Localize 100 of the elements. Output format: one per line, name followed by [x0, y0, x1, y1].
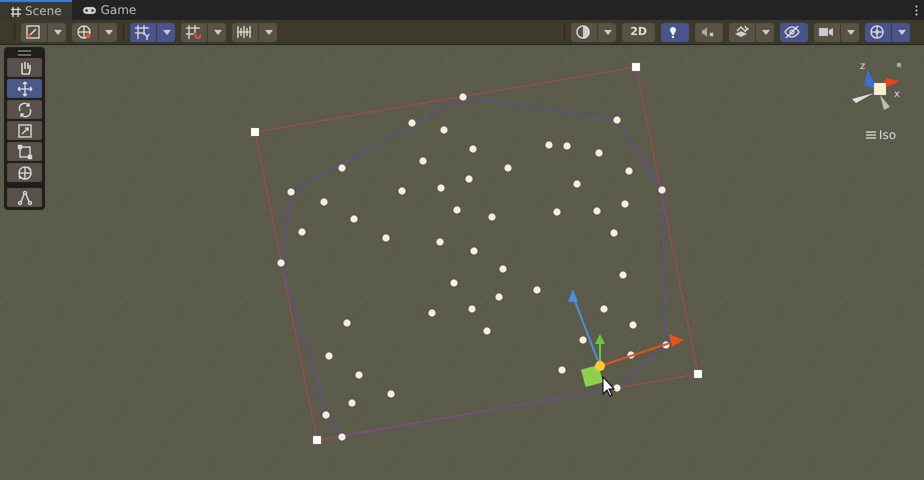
point-dot: [533, 286, 541, 294]
toolbar-button[interactable]: [130, 22, 175, 42]
axis-label: x: [894, 88, 900, 102]
grid-snap-icon: [134, 24, 150, 40]
toolbar-button[interactable]: [814, 22, 859, 42]
point-dot: [499, 265, 507, 273]
tool-button[interactable]: [7, 163, 42, 182]
hidden-eye-icon: [784, 24, 800, 40]
point-dot: [338, 164, 346, 172]
corner-handle[interactable]: [694, 370, 702, 378]
point-dot: [470, 247, 478, 255]
caret-icon: [265, 30, 273, 34]
point-dot: [382, 234, 390, 242]
point-dot: [613, 116, 621, 124]
toolbar-button[interactable]: [729, 22, 774, 42]
point-dot: [627, 351, 635, 359]
point-dot: [320, 198, 328, 206]
toolbar-button[interactable]: [865, 22, 910, 42]
grid-magnet-icon: [185, 24, 201, 40]
caret-icon: [214, 30, 222, 34]
point-dot: [468, 305, 476, 313]
point-dot: [504, 164, 512, 172]
axis-label: z: [860, 60, 866, 74]
toolbar-button[interactable]: [21, 22, 66, 42]
tool-button[interactable]: [7, 79, 42, 98]
move-gizmo-drawing[interactable]: [568, 289, 684, 397]
point-dot: [350, 215, 358, 223]
point-dot: [408, 119, 416, 127]
point-dot: [419, 157, 427, 165]
increment-snap-icon: [236, 24, 252, 40]
toolbar-button[interactable]: 2D: [622, 22, 655, 42]
point-dot: [573, 180, 581, 188]
point-dot: [488, 213, 496, 221]
point-dot: [619, 271, 627, 279]
point-dot: [387, 390, 395, 398]
custom-tool-icon: [16, 190, 32, 206]
toolbar-button[interactable]: [571, 22, 616, 42]
toolbar-button[interactable]: [72, 22, 117, 42]
grid-icon: [10, 6, 21, 16]
caret-icon: [898, 30, 906, 34]
point-dot: [610, 229, 618, 237]
sphere-shading-icon: [575, 24, 592, 40]
point-dot: [483, 327, 491, 335]
tab[interactable]: Game: [72, 0, 146, 20]
caret-icon: [762, 30, 770, 34]
point-dot: [658, 186, 666, 194]
corner-handle[interactable]: [251, 128, 259, 136]
point-dot: [298, 228, 306, 236]
point-dot: [629, 321, 637, 329]
point-dot: [440, 126, 448, 134]
scale-icon: [16, 122, 32, 138]
toolbar-button[interactable]: [181, 22, 226, 42]
globe-icon: [76, 24, 92, 40]
point-dot: [338, 433, 346, 441]
corner-handle[interactable]: [313, 436, 321, 444]
point-dot: [459, 93, 467, 101]
projection-toggle[interactable]: Iso: [860, 125, 902, 145]
toolbar-button[interactable]: [232, 22, 277, 42]
point-dot: [625, 167, 633, 175]
point-dot: [343, 319, 351, 327]
move-arrows-icon: [16, 80, 32, 96]
point-dot: [355, 371, 363, 379]
point-dot: [495, 293, 503, 301]
point-dot: [621, 200, 629, 208]
more-icon: [915, 4, 918, 16]
point-dot: [348, 399, 356, 407]
toolbar-button[interactable]: [661, 22, 689, 42]
point-dot: [437, 184, 445, 192]
caret-icon: [604, 30, 612, 34]
point-dot: [436, 238, 444, 246]
point-dot: [595, 149, 603, 157]
tool-button[interactable]: [7, 142, 42, 161]
layers-icon: [733, 24, 749, 40]
tool-button[interactable]: [7, 100, 42, 119]
menu-icon: [866, 131, 876, 139]
tool-button[interactable]: [7, 121, 42, 140]
toolbar-button[interactable]: [780, 22, 808, 42]
rect-tool-icon: [16, 144, 32, 160]
caret-icon: [163, 30, 171, 34]
point-dot: [325, 352, 333, 360]
transform-tool-icon: [16, 164, 32, 180]
point-dot: [600, 305, 608, 313]
point-dot: [593, 207, 601, 215]
caret-icon: [54, 30, 62, 34]
point-dot: [579, 336, 587, 344]
tab[interactable]: Scene: [0, 0, 72, 20]
caret-icon: [105, 30, 113, 34]
point-dot: [469, 145, 477, 153]
point-dot: [287, 188, 295, 196]
point-dot: [553, 208, 561, 216]
point-dot: [450, 279, 458, 287]
point-dot: [613, 384, 621, 392]
tool-button[interactable]: [7, 58, 42, 77]
gizmo-icon: [869, 24, 885, 40]
corner-handle[interactable]: [632, 63, 640, 71]
draw-mode-icon: [25, 24, 41, 40]
toolbar-button[interactable]: [695, 22, 723, 42]
tool-button[interactable]: [7, 188, 42, 207]
point-dot: [453, 206, 461, 214]
point-dot: [322, 411, 330, 419]
